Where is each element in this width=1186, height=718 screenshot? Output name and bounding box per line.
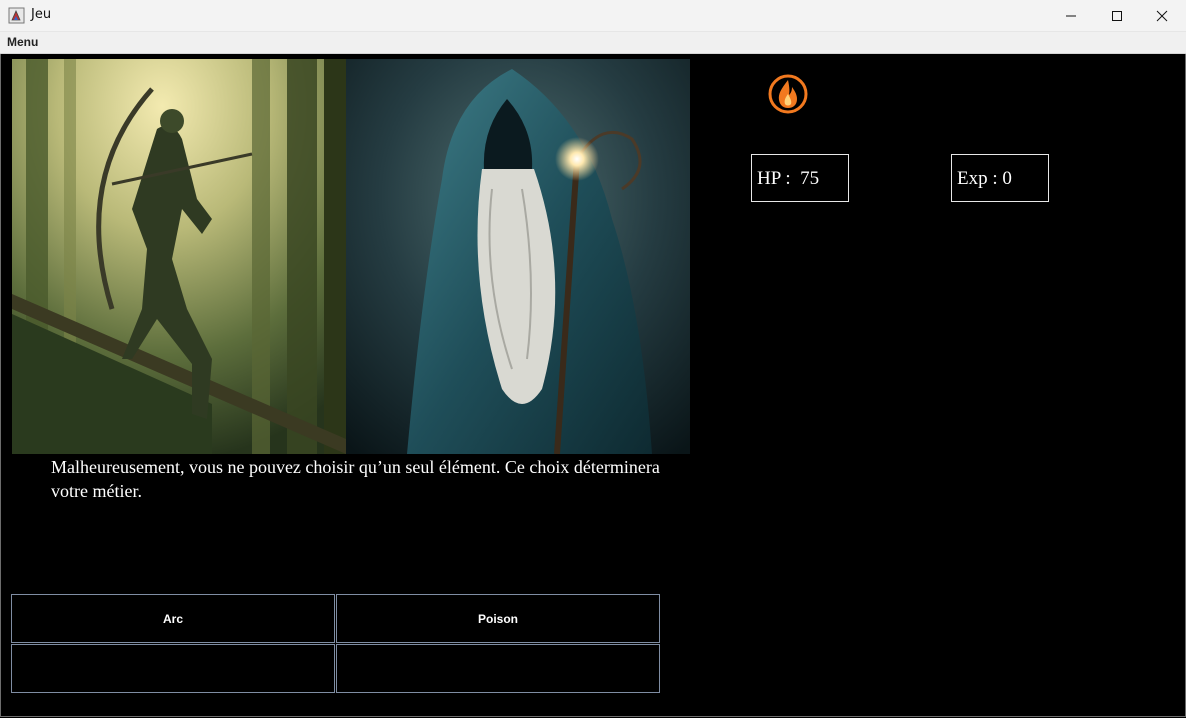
choice-poison-button[interactable]: Poison <box>336 594 660 643</box>
minimize-icon <box>1066 15 1076 16</box>
choice-arc-button[interactable]: Arc <box>11 594 335 643</box>
archer-and-wizard-image <box>12 59 690 454</box>
window-title-bar[interactable]: Jeu <box>0 0 1186 32</box>
close-button[interactable] <box>1139 0 1185 31</box>
exp-display: Exp : 0 <box>951 154 1049 202</box>
hp-display: HP : 75 <box>751 154 849 202</box>
fire-icon <box>768 74 808 114</box>
maximize-button[interactable] <box>1094 0 1140 31</box>
close-icon <box>1156 10 1168 21</box>
menu-item-menu[interactable]: Menu <box>7 35 38 49</box>
menu-bar: Menu <box>0 32 1186 54</box>
story-text: Malheureusement, vous ne pouvez choisir … <box>51 457 660 501</box>
choice-empty-button-1[interactable] <box>11 644 335 693</box>
java-app-icon <box>8 7 25 24</box>
maximize-icon <box>1112 10 1122 21</box>
window-title: Jeu <box>31 7 52 22</box>
scene-illustration <box>12 59 690 454</box>
minimize-button[interactable] <box>1048 0 1094 31</box>
choice-empty-button-2[interactable] <box>336 644 660 693</box>
